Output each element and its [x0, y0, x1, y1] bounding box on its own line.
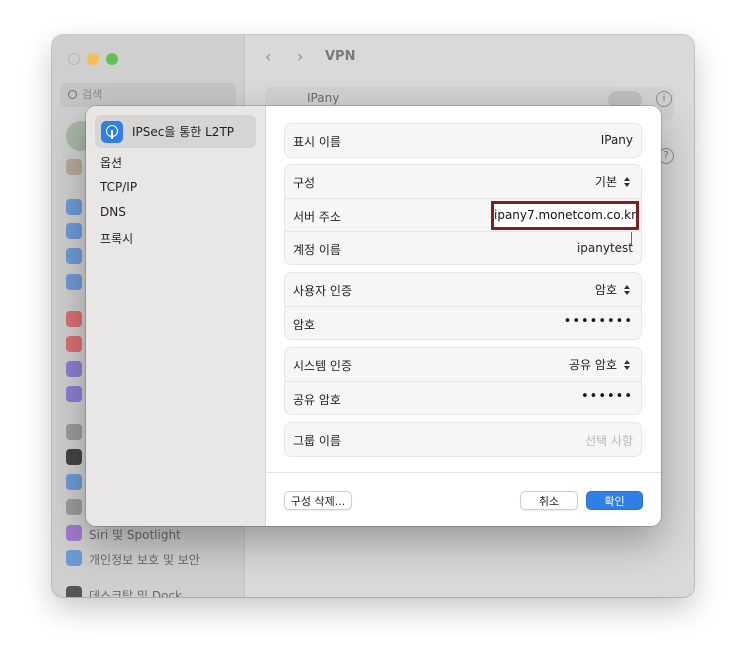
user-auth-group: 사용자 인증 암호 암호 ••••••••	[284, 272, 642, 340]
settings-search-field[interactable]: 검색	[60, 83, 236, 107]
zoom-window-button[interactable]	[106, 53, 118, 65]
info-icon[interactable]: i	[656, 91, 672, 107]
config-row: 구성 기본	[285, 165, 641, 198]
pane-title: VPN	[325, 49, 356, 64]
group-name-input[interactable]: 선택 사항	[585, 432, 633, 449]
vpn-globe-icon	[101, 120, 123, 143]
user-auth-popup[interactable]: 암호	[595, 281, 633, 298]
focus-icon[interactable]	[66, 361, 82, 377]
general-icon[interactable]	[66, 424, 82, 440]
sidebar-item-l2tp-label: IPSec을 통한 L2TP	[132, 125, 235, 139]
family-icon[interactable]	[66, 159, 82, 175]
sidebar-item-l2tp[interactable]: IPSec을 통한 L2TP	[95, 115, 256, 148]
server-address-value: ipany7.monetcom.co.kr	[494, 208, 637, 222]
display-name-row[interactable]: 표시 이름 IPany	[285, 124, 641, 157]
group-name-group: 그룹 이름 선택 사항	[284, 422, 642, 457]
user-auth-label: 사용자 인증	[293, 284, 353, 298]
system-auth-popup[interactable]: 공유 암호	[569, 356, 633, 373]
chevron-updown-icon	[622, 283, 633, 297]
chevron-updown-icon	[622, 358, 633, 372]
wifi-icon[interactable]	[66, 199, 82, 215]
sidebar-item-privacy-security[interactable]: 개인정보 보호 및 보안	[89, 551, 200, 568]
forward-chevron-icon[interactable]: ›	[297, 47, 303, 66]
account-name-label: 계정 이름	[293, 243, 341, 257]
server-address-input[interactable]: ipany7.monetcom.co.kr	[491, 201, 639, 246]
close-window-button[interactable]	[68, 53, 80, 65]
server-address-row: 서버 주소 ipany7.monetcom.co.kr	[285, 198, 641, 246]
minimize-window-button[interactable]	[87, 53, 99, 65]
display-name-value[interactable]: IPany	[601, 133, 633, 147]
display-name-label: 표시 이름	[293, 135, 341, 149]
system-auth-label: 시스템 인증	[293, 359, 353, 373]
sidebar-item-options[interactable]: 옵션	[100, 154, 122, 171]
footer-divider	[266, 472, 661, 473]
delete-config-button[interactable]: 구성 삭제...	[284, 491, 352, 510]
cancel-button[interactable]: 취소	[520, 491, 578, 510]
user-auth-value: 암호	[594, 283, 617, 297]
sidebar-item-desktop-dock[interactable]: 데스크탑 및 Dock	[89, 587, 182, 597]
group-name-row: 그룹 이름 선택 사항	[285, 423, 641, 456]
group-name-label: 그룹 이름	[293, 434, 341, 448]
config-label: 구성	[293, 176, 316, 190]
sheet-sidebar: IPSec을 통한 L2TP 옵션 TCP/IP DNS 프록시	[86, 106, 266, 526]
search-placeholder: 검색	[82, 88, 103, 101]
display-name-group: 표시 이름 IPany	[284, 123, 642, 158]
screen-time-icon[interactable]	[66, 386, 82, 402]
sidebar-item-dns[interactable]: DNS	[100, 205, 126, 219]
system-auth-row: 시스템 인증 공유 암호	[285, 348, 641, 381]
password-field[interactable]: ••••••••	[564, 314, 633, 329]
notifications-icon[interactable]	[66, 311, 82, 327]
shared-secret-row: 공유 암호 ••••••	[285, 381, 641, 414]
system-auth-group: 시스템 인증 공유 암호 공유 암호 ••••••	[284, 347, 642, 415]
sidebar-item-tcpip[interactable]: TCP/IP	[100, 180, 137, 194]
shared-secret-field[interactable]: ••••••	[581, 389, 633, 404]
sidebar-item-proxy[interactable]: 프록시	[100, 230, 133, 247]
server-address-label: 서버 주소	[293, 210, 341, 224]
config-value: 기본	[594, 175, 617, 189]
privacy-hand-icon[interactable]	[66, 550, 82, 566]
sidebar-item-siri-spotlight[interactable]: Siri 및 Spotlight	[89, 526, 181, 543]
appearance-icon[interactable]	[66, 449, 82, 465]
bluetooth-icon[interactable]	[66, 223, 82, 239]
system-auth-value: 공유 암호	[569, 358, 617, 372]
network-icon[interactable]	[66, 248, 82, 264]
vpn-config-label: IPany	[307, 91, 340, 105]
siri-icon[interactable]	[66, 525, 82, 541]
user-auth-row: 사용자 인증 암호	[285, 273, 641, 306]
connection-group: 구성 기본 서버 주소 ipany7.monetcom.co.kr 계정 이름 …	[284, 164, 642, 265]
account-name-row: 계정 이름 ipanytest	[285, 231, 641, 264]
password-row: 암호 ••••••••	[285, 306, 641, 339]
password-label: 암호	[293, 318, 316, 332]
vpn-config-sheet: IPSec을 통한 L2TP 옵션 TCP/IP DNS 프록시 표시 이름 I…	[86, 106, 661, 526]
back-chevron-icon[interactable]: ‹	[265, 47, 271, 66]
search-icon	[68, 90, 77, 99]
config-popup[interactable]: 기본	[595, 173, 633, 190]
chevron-updown-icon	[622, 175, 633, 189]
shared-secret-label: 공유 암호	[293, 393, 341, 407]
control-center-icon[interactable]	[66, 499, 82, 515]
sheet-content: 표시 이름 IPany 구성 기본 서버 주소 ipany7.monetcom.…	[266, 106, 661, 526]
accessibility-icon[interactable]	[66, 474, 82, 490]
account-name-value[interactable]: ipanytest	[577, 241, 633, 255]
vpn-sidebar-icon[interactable]	[66, 274, 82, 290]
ok-button[interactable]: 확인	[586, 491, 643, 510]
desktop-dock-icon[interactable]	[66, 586, 82, 597]
sound-icon[interactable]	[66, 336, 82, 352]
